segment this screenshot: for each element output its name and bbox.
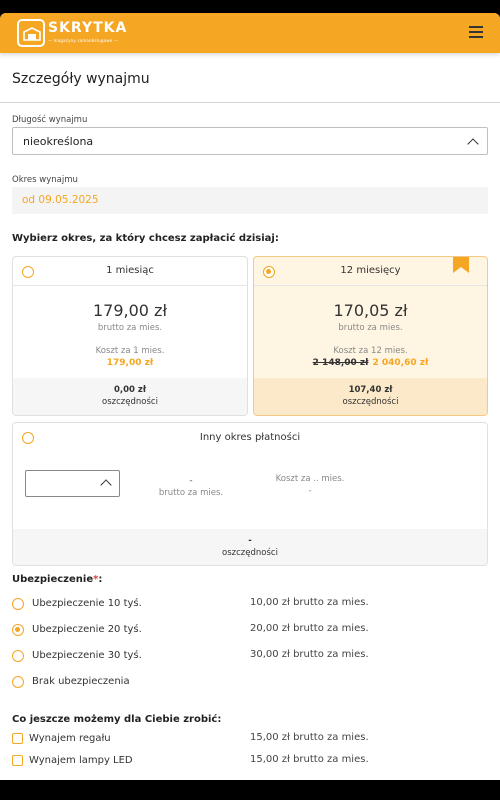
extra-price: 15,00 zł brutto za mies. [250,732,369,743]
plan-savings-value: 0,00 zł [113,385,147,395]
plan-savings: 107,40 zł oszczędności [254,378,487,415]
plan-price-note: brutto za mies. [158,488,224,498]
plan-savings-value: - [248,536,252,546]
plan-savings-label: oszczędności [222,548,278,558]
rental-length-select[interactable]: nieokreślona [12,127,488,155]
brand-logo[interactable]: SKRYTKA — magazyny samoobsługowe — [17,19,126,48]
plan-savings: - oszczędności [13,529,487,565]
plan-savings: 0,00 zł oszczędności [13,378,247,415]
rental-length-value: nieokreślona [23,135,94,148]
extra-checkbox[interactable] [12,733,23,744]
brand-name: SKRYTKA [48,20,128,36]
device-frame: SKRYTKA — magazyny samoobsługowe — Szcze… [0,0,500,800]
insurance-option-label: Ubezpieczenie 10 tyś. [32,598,142,609]
plan-cost-value: 179,00 zł [106,358,154,368]
chevron-up-icon [100,479,112,491]
plan-cost-value: - [308,486,312,496]
plan-card-other[interactable]: Inny okres płatności - brutto za mies. K… [12,422,488,566]
plan-price: - [189,476,193,486]
top-bar: SKRYTKA — magazyny samoobsługowe — [0,13,500,53]
insurance-heading-text: Ubezpieczenie [12,574,94,585]
insurance-option-label: Ubezpieczenie 20 tyś. [32,624,142,635]
plan-card-1-month[interactable]: 1 miesiąc 179,00 zł brutto za mies. Kosz… [12,256,248,416]
plan-card-header: 1 miesiąc [13,257,247,286]
plan-cost-values: 2 148,00 zł 2 040,60 zł [254,358,487,368]
insurance-option-price: 20,00 zł brutto za mies. [250,623,369,634]
period-count-select[interactable] [25,470,120,497]
page-title: Szczegóły wynajmu [12,71,150,87]
extras-heading: Co jeszcze możemy dla Ciebie zrobić: [12,714,222,725]
plan-price-note: brutto za mies. [338,323,403,333]
hamburger-menu-icon[interactable] [469,26,483,38]
rental-period-value: od 09.05.2025 [22,194,99,206]
insurance-option-price: 10,00 zł brutto za mies. [250,597,369,608]
plan-cost-label: Koszt za 12 mies. [333,346,408,356]
app-screen: SKRYTKA — magazyny samoobsługowe — Szcze… [0,13,500,780]
plan-card-12-months[interactable]: 12 miesięcy 170,05 zł brutto za mies. Ko… [253,256,488,416]
extra-label: Wynajem lampy LED [29,755,133,766]
plan-cost-old: 2 148,00 zł [312,358,369,368]
rental-period-label: Okres wynajmu [12,175,78,185]
plan-title: Inny okres płatności [199,432,301,443]
plan-price: 179,00 zł [92,301,167,320]
insurance-heading-colon: : [98,574,103,585]
plan-cost-value: 2 040,60 zł [372,358,429,368]
plans-heading: Wybierz okres, za który chcesz zapłacić … [12,233,279,244]
extra-label: Wynajem regału [29,733,111,744]
insurance-option-price: 30,00 zł brutto za mies. [250,649,369,660]
insurance-radio[interactable] [12,624,24,636]
insurance-radio[interactable] [12,676,24,688]
insurance-radio[interactable] [12,598,24,610]
insurance-option-label: Brak ubezpieczenia [32,676,130,687]
storage-box-logo-icon [17,19,45,47]
insurance-radio[interactable] [12,650,24,662]
brand-tagline: — magazyny samoobsługowe — [48,38,119,43]
plan-cost-label: Koszt za .. mies. [275,474,345,484]
insurance-heading: Ubezpieczenie*: [12,574,102,585]
plan-title: 1 miesiąc [106,265,154,276]
divider [0,102,500,103]
chevron-up-icon [467,138,479,150]
extra-price: 15,00 zł brutto za mies. [250,754,369,765]
plan-cost-label: Koszt za 1 mies. [95,346,165,356]
insurance-option-label: Ubezpieczenie 30 tyś. [32,650,142,661]
plan-savings-value: 107,40 zł [348,385,393,395]
plan-price-note: brutto za mies. [97,323,163,333]
plan-savings-label: oszczędności [342,397,399,407]
extra-checkbox[interactable] [12,755,23,766]
plan-savings-label: oszczędności [102,397,158,407]
plan-price: 170,05 zł [333,301,408,320]
rental-length-label: Długość wynajmu [12,115,88,125]
bookmark-icon [453,257,469,273]
rental-period-field: od 09.05.2025 [12,187,488,214]
